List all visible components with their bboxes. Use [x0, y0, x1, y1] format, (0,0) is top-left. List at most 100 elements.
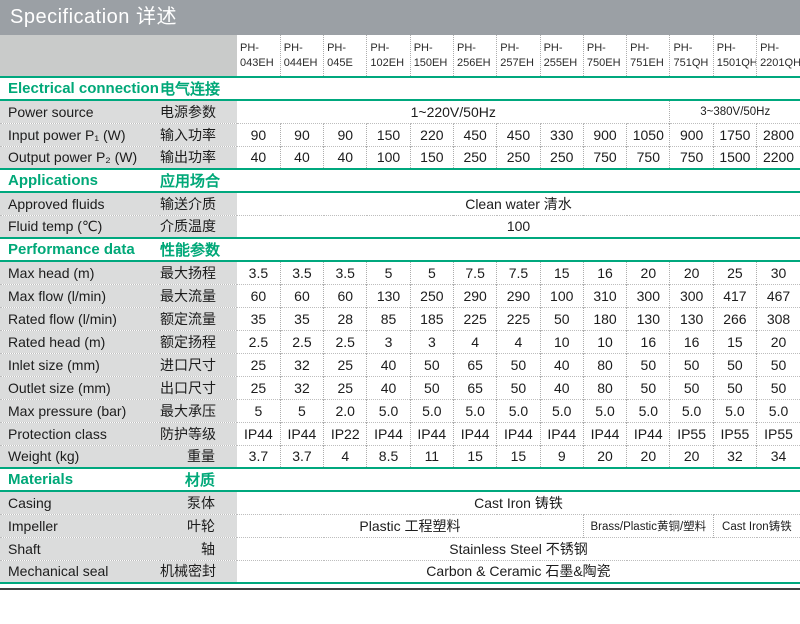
section-title-en: Applications [0, 169, 160, 192]
table-row: Outlet size (mm)出口尺寸25322540506550408050… [0, 376, 800, 399]
model-number: 044EH [284, 56, 323, 70]
value-cell: 11 [410, 445, 453, 468]
column-header: PH-255EH [540, 35, 583, 77]
value-cell: 2.5 [324, 330, 367, 353]
value-cell: 308 [757, 307, 800, 330]
value-cell: 90 [324, 123, 367, 146]
section-title-zh: 电气连接 [160, 77, 237, 100]
row-label-en: Output power P₂ (W) [0, 146, 160, 169]
value-cell: 220 [410, 123, 453, 146]
model-prefix: PH- [673, 41, 712, 55]
value-cell: 250 [497, 146, 540, 169]
value-cell: 2800 [757, 123, 800, 146]
column-header: PH-256EH [453, 35, 496, 77]
column-header: PH-2201QH [757, 35, 800, 77]
value-cell: 50 [713, 353, 756, 376]
model-number: 751QH [673, 56, 712, 70]
row-label-zh: 出口尺寸 [160, 376, 237, 399]
value-cell: 1500 [713, 146, 756, 169]
value-cell: 3.5 [280, 261, 323, 284]
table-corner [0, 35, 237, 77]
model-prefix: PH- [500, 41, 539, 55]
value-cell-span: Plastic 工程塑料 [237, 514, 583, 537]
value-cell: 15 [713, 330, 756, 353]
value-cell: 3 [410, 330, 453, 353]
value-cell: 467 [757, 284, 800, 307]
value-cell: 2200 [757, 146, 800, 169]
value-cell: 50 [627, 353, 670, 376]
value-cell: 3.7 [237, 445, 280, 468]
row-label-en: Max flow (l/min) [0, 284, 160, 307]
section-fill [237, 468, 800, 491]
row-label-en: Impeller [0, 514, 160, 537]
value-cell: 65 [453, 376, 496, 399]
model-prefix: PH- [717, 41, 756, 55]
model-number: 751EH [630, 56, 669, 70]
model-number: 2201QH [760, 56, 800, 70]
value-cell: 5.0 [627, 399, 670, 422]
section-fill [237, 169, 800, 192]
model-prefix: PH- [630, 41, 669, 55]
value-cell: 35 [280, 307, 323, 330]
table-row: Max flow (l/min)最大流量60606013025029029010… [0, 284, 800, 307]
value-cell: IP44 [237, 422, 280, 445]
value-cell: 10 [583, 330, 626, 353]
section-title-en: Materials [0, 468, 160, 491]
value-cell: 40 [324, 146, 367, 169]
value-cell: 2.5 [237, 330, 280, 353]
row-label-en: Max head (m) [0, 261, 160, 284]
value-cell: 15 [497, 445, 540, 468]
value-cell-span: 100 [237, 215, 800, 238]
model-number: 750EH [587, 56, 626, 70]
value-cell: IP44 [497, 422, 540, 445]
value-cell: 1050 [627, 123, 670, 146]
model-prefix: PH- [760, 41, 800, 55]
value-cell-span: Stainless Steel 不锈钢 [237, 537, 800, 560]
value-cell: 150 [367, 123, 410, 146]
table-row: Max head (m)最大扬程3.53.53.5557.57.51516202… [0, 261, 800, 284]
value-cell: 85 [367, 307, 410, 330]
column-header: PH-044EH [280, 35, 323, 77]
value-cell: 2.0 [324, 399, 367, 422]
value-cell: 16 [627, 330, 670, 353]
value-cell: 5.0 [453, 399, 496, 422]
specification-table: PH-043EHPH-044EHPH-045EPH-102EHPH-150EHP… [0, 35, 800, 584]
value-cell: 450 [453, 123, 496, 146]
model-prefix: PH- [370, 41, 409, 55]
bottom-divider [0, 588, 800, 590]
value-cell: IP44 [410, 422, 453, 445]
table-row: Max pressure (bar)最大承压552.05.05.05.05.05… [0, 399, 800, 422]
page-title: Specification 详述 [0, 0, 800, 35]
value-cell: 5.0 [713, 399, 756, 422]
value-cell: 20 [757, 330, 800, 353]
value-cell: 5.0 [670, 399, 713, 422]
value-cell: 5.0 [540, 399, 583, 422]
row-label-en: Shaft [0, 537, 160, 560]
value-cell: 130 [670, 307, 713, 330]
value-cell: 130 [367, 284, 410, 307]
model-prefix: PH- [284, 41, 323, 55]
row-label-zh: 额定流量 [160, 307, 237, 330]
value-cell: 250 [540, 146, 583, 169]
value-cell: IP44 [280, 422, 323, 445]
value-cell: 1750 [713, 123, 756, 146]
value-cell: 50 [713, 376, 756, 399]
value-cell: 180 [583, 307, 626, 330]
value-cell: 5 [280, 399, 323, 422]
model-number: 256EH [457, 56, 496, 70]
model-number: 1501QH [717, 56, 756, 70]
value-cell: 50 [497, 353, 540, 376]
model-prefix: PH- [240, 41, 280, 55]
row-label-zh: 输送介质 [160, 192, 237, 215]
value-cell: 15 [453, 445, 496, 468]
value-cell: 50 [540, 307, 583, 330]
value-cell: 3.5 [324, 261, 367, 284]
value-cell: 28 [324, 307, 367, 330]
model-prefix: PH- [327, 41, 366, 55]
row-label-en: Max pressure (bar) [0, 399, 160, 422]
row-label-en: Casing [0, 491, 160, 514]
value-cell: 3.7 [280, 445, 323, 468]
value-cell: 900 [670, 123, 713, 146]
value-cell: 25 [237, 376, 280, 399]
row-label-zh: 进口尺寸 [160, 353, 237, 376]
